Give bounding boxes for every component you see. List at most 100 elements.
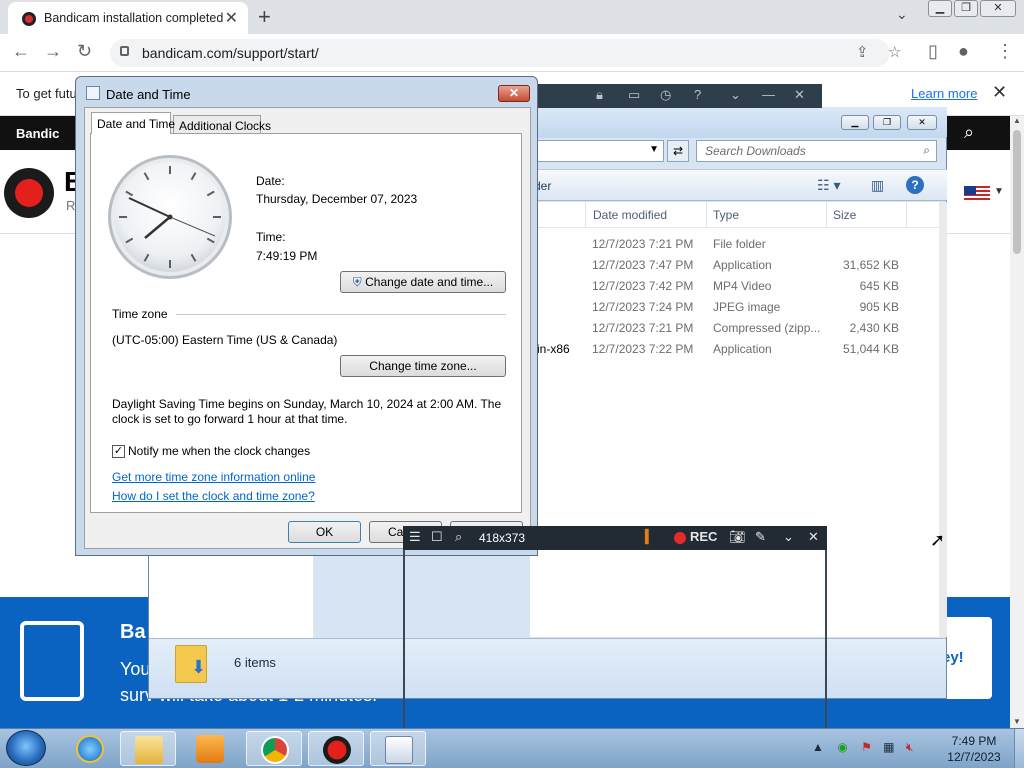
change-timezone-button[interactable]: Change time zone... xyxy=(340,355,506,377)
lock-icon[interactable]: 🔒︎ xyxy=(596,87,603,103)
bookmark-star-icon[interactable]: ☆ xyxy=(888,43,901,61)
collapse-icon[interactable]: ⌄ xyxy=(730,87,741,103)
sidepanel-icon[interactable]: ▯ xyxy=(928,41,938,62)
taskbar-media-player[interactable] xyxy=(182,731,238,766)
preview-pane-icon[interactable]: ▥ xyxy=(871,177,884,194)
address-dropdown-icon[interactable]: ▼ xyxy=(649,144,659,155)
scroll-down-icon[interactable]: ▼ xyxy=(1013,717,1021,726)
browser-tab[interactable]: Bandicam installation completed ✕ xyxy=(8,2,248,34)
collapse-icon[interactable]: ⌄ xyxy=(783,529,794,545)
us-flag-icon[interactable] xyxy=(964,186,990,202)
menu-icon[interactable]: ☰ xyxy=(409,529,421,545)
draw-pencil-icon[interactable]: ✎ xyxy=(755,529,766,545)
explorer-minimize-button[interactable]: ▁ xyxy=(841,115,869,130)
help-icon[interactable]: ? xyxy=(906,176,924,194)
capture-size: 418x373 xyxy=(479,531,526,545)
window-close-button[interactable]: ✕ xyxy=(980,0,1016,17)
file-date: 12/7/2023 7:22 PM xyxy=(592,342,694,356)
explorer-close-button[interactable]: ✕ xyxy=(907,115,937,130)
time-value: 7:49:19 PM xyxy=(256,249,318,263)
history-icon[interactable]: ◷ xyxy=(660,87,671,103)
url-text[interactable]: bandicam.com/support/start/ xyxy=(142,45,319,61)
learn-more-link[interactable]: Learn more xyxy=(911,86,977,101)
start-button[interactable] xyxy=(6,730,46,766)
share-icon[interactable]: ⇪ xyxy=(856,43,869,61)
close-icon[interactable]: ✕ xyxy=(808,529,819,545)
new-tab-button[interactable]: + xyxy=(258,4,271,30)
explorer-maximize-button[interactable]: ❐ xyxy=(873,115,901,130)
taskbar-bandicam[interactable] xyxy=(308,731,364,766)
volume-muted-icon[interactable]: 🔇︎ xyxy=(906,740,914,754)
address-bar[interactable]: bandicam.com/support/start/ ⇪ ☆ xyxy=(110,39,901,67)
screenshot-icon[interactable]: 📷︎ xyxy=(729,529,746,545)
change-date-time-button[interactable]: ⛨ Change date and time... xyxy=(340,271,506,293)
file-list-scrollbar[interactable] xyxy=(939,202,947,637)
tab-date-and-time[interactable]: Date and Time xyxy=(91,112,175,134)
file-type: MP4 Video xyxy=(713,279,772,293)
timezone-info-link[interactable]: Get more time zone information online xyxy=(112,470,315,484)
rec-button[interactable]: REC xyxy=(690,529,717,544)
how-to-set-clock-link[interactable]: How do I set the clock and time zone? xyxy=(112,489,315,503)
action-center-icon[interactable]: ⚑ xyxy=(861,740,872,754)
explorer-refresh-icon[interactable]: ⇄ xyxy=(667,140,689,162)
folder-icon[interactable]: ▭ xyxy=(628,87,640,103)
file-row[interactable]: 12/7/2023 7:24 PM JPEG image 905 KB xyxy=(530,297,930,318)
help-icon[interactable]: ? xyxy=(694,87,701,102)
page-scrollbar[interactable]: ▲ ▼ xyxy=(1010,116,1024,728)
taskbar-explorer[interactable] xyxy=(120,731,176,766)
lock-icon[interactable] xyxy=(120,46,129,56)
close-icon[interactable]: ✕ xyxy=(794,87,805,103)
bandicam-tray-icon[interactable]: ◉ xyxy=(837,740,847,754)
profile-avatar-icon[interactable]: ● xyxy=(958,41,969,62)
tab-close-icon[interactable]: ✕ xyxy=(225,8,238,28)
media-player-icon xyxy=(196,735,224,763)
window-minimize-button[interactable]: ▁ xyxy=(928,0,952,17)
taskbar-ie[interactable] xyxy=(62,731,118,766)
file-row[interactable]: 12/7/2023 7:47 PM Application 31,652 KB xyxy=(530,255,930,276)
site-search-icon[interactable]: ⌕ xyxy=(964,122,974,143)
file-row[interactable]: in-x86 12/7/2023 7:22 PM Application 51,… xyxy=(530,339,930,360)
explorer-search-input[interactable]: Search Downloads ⌕ xyxy=(696,140,937,162)
back-icon[interactable]: ← xyxy=(12,41,30,62)
notify-label[interactable]: Notify me when the clock changes xyxy=(128,444,310,458)
dialog-titlebar[interactable]: Date and Time ✕ xyxy=(76,77,537,107)
column-type[interactable]: Type xyxy=(713,208,739,222)
window-restore-button[interactable]: ❐ xyxy=(954,0,978,17)
column-divider[interactable] xyxy=(585,202,586,228)
column-divider[interactable] xyxy=(706,202,707,228)
view-options-icon[interactable]: ☷ ▾ xyxy=(817,177,840,194)
bandicam-capture-frame[interactable] xyxy=(403,550,827,728)
menu-kebab-icon[interactable]: ⋮ xyxy=(996,41,1014,62)
file-row[interactable]: 12/7/2023 7:21 PM Compressed (zipp... 2,… xyxy=(530,318,930,339)
notify-checkbox[interactable]: ✓ xyxy=(112,445,125,458)
forward-icon[interactable]: → xyxy=(44,41,62,62)
show-desktop-button[interactable] xyxy=(1014,729,1024,768)
select-area-icon[interactable]: ⌕ xyxy=(455,529,462,545)
explorer-address-bar[interactable]: ▼ xyxy=(530,140,664,162)
tab-additional-clocks[interactable]: Additional Clocks xyxy=(173,115,271,134)
column-divider[interactable] xyxy=(906,202,907,228)
show-hidden-icons[interactable]: ▲ xyxy=(812,740,824,754)
dialog-close-button[interactable]: ✕ xyxy=(498,85,530,102)
column-divider[interactable] xyxy=(826,202,827,228)
column-date-modified[interactable]: Date modified xyxy=(593,208,667,222)
language-caret-icon[interactable]: ▼ xyxy=(994,186,1004,197)
reload-icon[interactable]: ↻ xyxy=(77,41,92,62)
network-icon[interactable]: ▦ xyxy=(883,740,894,754)
fullscreen-icon[interactable]: ☐ xyxy=(431,529,443,545)
infobar-close-icon[interactable]: ✕ xyxy=(992,82,1007,103)
taskbar-date-time[interactable] xyxy=(370,731,426,766)
scroll-up-icon[interactable]: ▲ xyxy=(1013,116,1021,125)
taskbar-clock[interactable]: 7:49 PM 12/7/2023 xyxy=(938,733,1010,765)
tab-search-icon[interactable]: ⌄ xyxy=(896,6,908,23)
search-icon[interactable]: ⌕ xyxy=(923,143,930,158)
ok-button[interactable]: OK xyxy=(288,521,361,543)
file-row[interactable]: 12/7/2023 7:42 PM MP4 Video 645 KB xyxy=(530,276,930,297)
minimize-icon[interactable]: — xyxy=(762,87,775,102)
scrollbar-thumb[interactable] xyxy=(1013,130,1021,254)
rec-dot-icon[interactable] xyxy=(674,532,686,544)
site-brand[interactable]: Bandic xyxy=(16,126,59,141)
column-size[interactable]: Size xyxy=(833,208,856,222)
taskbar-chrome[interactable] xyxy=(246,731,302,766)
file-row[interactable]: 12/7/2023 7:21 PM File folder xyxy=(530,234,930,255)
